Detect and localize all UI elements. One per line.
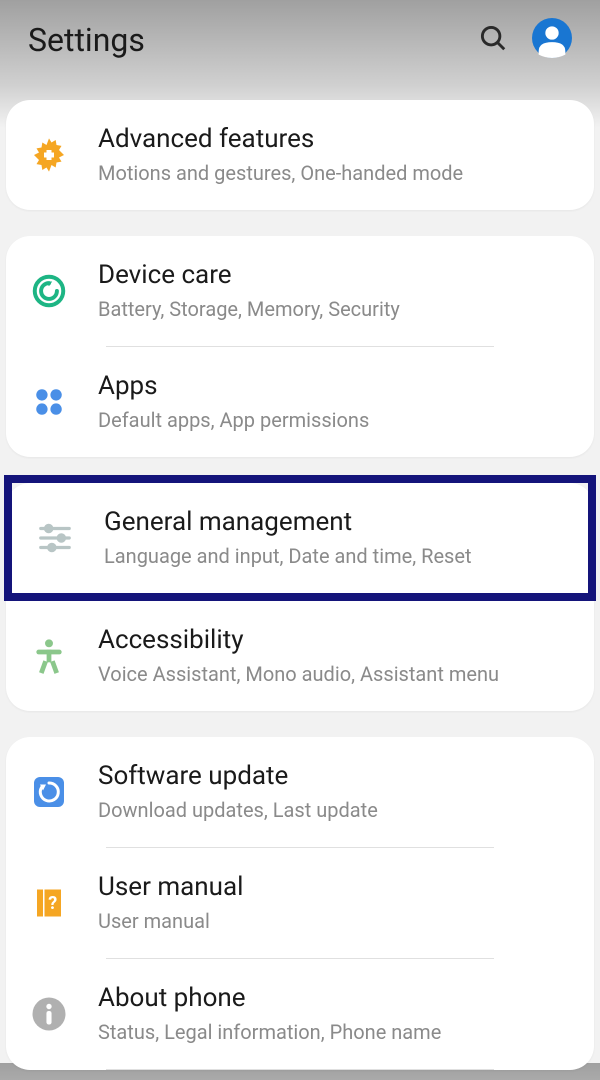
gear-plus-icon [26, 132, 72, 178]
item-subtitle: Language and input, Date and time, Reset [104, 543, 568, 569]
item-subtitle: Motions and gestures, One-handed mode [98, 160, 574, 186]
item-texts: Software update Download updates, Last u… [98, 761, 574, 823]
software-update-icon [26, 769, 72, 815]
item-texts: Accessibility Voice Assistant, Mono audi… [98, 625, 574, 687]
item-subtitle: Voice Assistant, Mono audio, Assistant m… [98, 661, 574, 687]
settings-item-general-management[interactable]: General management Language and input, D… [4, 475, 596, 601]
svg-text:?: ? [48, 893, 57, 914]
device-care-icon [26, 268, 72, 314]
settings-item-accessibility[interactable]: Accessibility Voice Assistant, Mono audi… [6, 601, 594, 711]
settings-item-user-manual[interactable]: ? User manual User manual [6, 848, 594, 958]
item-title: General management [104, 507, 568, 537]
sliders-icon [32, 515, 78, 561]
item-texts: Device care Battery, Storage, Memory, Se… [98, 260, 574, 322]
item-title: Apps [98, 371, 574, 401]
info-icon [26, 991, 72, 1037]
settings-item-device-care[interactable]: Device care Battery, Storage, Memory, Se… [6, 236, 594, 346]
user-manual-icon: ? [26, 880, 72, 926]
settings-card: Software update Download updates, Last u… [6, 737, 594, 1070]
page-title: Settings [28, 21, 478, 59]
settings-card: Device care Battery, Storage, Memory, Se… [6, 236, 594, 457]
item-subtitle: Default apps, App permissions [98, 407, 574, 433]
settings-item-about-phone[interactable]: About phone Status, Legal information, P… [6, 959, 594, 1069]
item-title: Software update [98, 761, 574, 791]
settings-list: Advanced features Motions and gestures, … [0, 90, 600, 1080]
settings-item-software-update[interactable]: Software update Download updates, Last u… [6, 737, 594, 847]
item-texts: General management Language and input, D… [104, 507, 568, 569]
item-texts: User manual User manual [98, 872, 574, 934]
item-texts: About phone Status, Legal information, P… [98, 983, 574, 1045]
item-title: Advanced features [98, 124, 574, 154]
item-subtitle: Download updates, Last update [98, 797, 574, 823]
accessibility-icon [26, 633, 72, 679]
item-title: About phone [98, 983, 574, 1013]
item-title: User manual [98, 872, 574, 902]
item-title: Accessibility [98, 625, 574, 655]
divider [106, 1069, 494, 1070]
item-subtitle: User manual [98, 908, 574, 934]
profile-icon[interactable] [532, 18, 572, 62]
item-texts: Advanced features Motions and gestures, … [98, 124, 574, 186]
header: Settings [0, 0, 600, 90]
item-subtitle: Battery, Storage, Memory, Security [98, 296, 574, 322]
search-icon[interactable] [478, 23, 508, 57]
apps-icon [26, 379, 72, 425]
item-texts: Apps Default apps, App permissions [98, 371, 574, 433]
settings-card: Advanced features Motions and gestures, … [6, 100, 594, 210]
item-subtitle: Status, Legal information, Phone name [98, 1019, 574, 1045]
settings-card: General management Language and input, D… [6, 483, 594, 711]
settings-item-advanced-features[interactable]: Advanced features Motions and gestures, … [6, 100, 594, 210]
item-title: Device care [98, 260, 574, 290]
settings-item-apps[interactable]: Apps Default apps, App permissions [6, 347, 594, 457]
header-icons [478, 18, 572, 62]
